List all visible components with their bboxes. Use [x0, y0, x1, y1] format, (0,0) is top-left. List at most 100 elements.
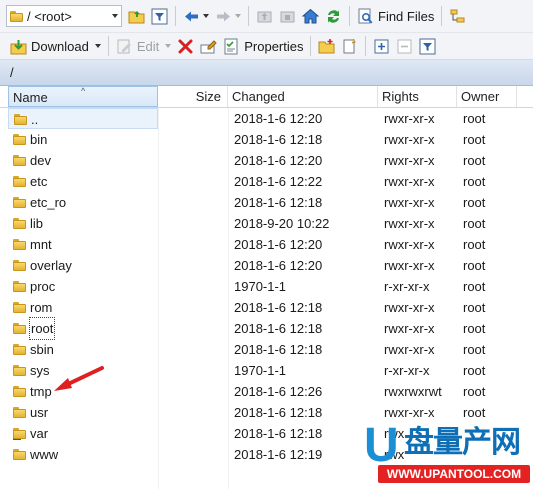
new-file-button[interactable] [339, 35, 360, 57]
column-header-changed[interactable]: Changed [228, 86, 378, 107]
folder-icon [13, 175, 26, 188]
file-row[interactable]: proc 1970-1-1 r-xr-xr-x root [0, 276, 533, 297]
watermark-logo: U 盘量产网 [360, 420, 533, 470]
file-row[interactable]: etc_ro 2018-1-6 12:18 rwxr-xr-x root [0, 192, 533, 213]
file-row[interactable]: rom 2018-1-6 12:18 rwxr-xr-x root [0, 297, 533, 318]
download-label: Download [31, 38, 89, 54]
open-directory-button[interactable] [126, 5, 147, 27]
file-name-cell[interactable]: etc_ro [8, 192, 158, 213]
column-header-name[interactable]: ^ Name [8, 86, 158, 107]
select-all-button[interactable] [371, 35, 392, 57]
tree-view-button[interactable] [447, 5, 468, 27]
new-folder-button[interactable] [316, 35, 337, 57]
toolbar-separator [310, 36, 312, 56]
column-header-size[interactable]: Size [158, 86, 228, 107]
file-changed: 2018-1-6 12:18 [234, 300, 323, 315]
filter-button[interactable] [149, 5, 170, 27]
folder-icon [13, 196, 26, 209]
forward-button[interactable] [213, 5, 243, 27]
file-name-cell[interactable]: dev [8, 150, 158, 171]
minus-box-icon [396, 38, 413, 55]
toolbar-separator [349, 6, 350, 26]
parent-folder-icon [256, 8, 273, 25]
file-name-cell[interactable]: proc [8, 276, 158, 297]
file-name-cell[interactable]: overlay [8, 255, 158, 276]
file-name: etc_ro [30, 195, 67, 210]
file-changed: 1970-1-1 [234, 363, 287, 378]
file-row[interactable]: mnt 2018-1-6 12:20 rwxr-xr-x root [0, 234, 533, 255]
file-row[interactable]: lib 2018-9-20 10:22 rwxr-xr-x root [0, 213, 533, 234]
folder-icon [13, 280, 26, 293]
file-name: mnt [30, 237, 52, 252]
file-owner: root [463, 132, 486, 147]
file-owner: root [463, 342, 486, 357]
file-name-cell[interactable]: usr [8, 402, 158, 423]
file-rights: rwxr-xr-x [384, 321, 435, 336]
back-button[interactable] [181, 5, 211, 27]
navigation-toolbar: / <root> Find Files [0, 0, 533, 33]
file-row[interactable]: bin 2018-1-6 12:18 rwxr-xr-x root [0, 129, 533, 150]
parent-directory-button[interactable] [254, 5, 275, 27]
file-row[interactable]: overlay 2018-1-6 12:20 rwxr-xr-x root [0, 255, 533, 276]
toolbar-separator [365, 36, 367, 56]
file-name-cell[interactable]: www [8, 444, 158, 465]
file-name-cell[interactable]: mnt [8, 234, 158, 255]
properties-button[interactable]: Properties [221, 35, 305, 57]
column-header-rights[interactable]: Rights [378, 86, 457, 107]
home-directory-button[interactable] [300, 5, 321, 27]
delete-button[interactable] [175, 35, 196, 57]
file-name-cell[interactable]: root [8, 317, 158, 340]
download-icon [10, 38, 27, 55]
root-directory-button[interactable] [277, 5, 298, 27]
refresh-button[interactable] [323, 5, 344, 27]
file-row[interactable]: etc 2018-1-6 12:22 rwxr-xr-x root [0, 171, 533, 192]
file-row[interactable]: dev 2018-1-6 12:20 rwxr-xr-x root [0, 150, 533, 171]
column-header-size-label: Size [195, 89, 221, 104]
file-name-cell[interactable]: rom [8, 297, 158, 318]
toolbar-separator [248, 6, 249, 26]
file-rights: rwxr-xr-x [384, 195, 435, 210]
download-button[interactable]: Download [8, 35, 103, 57]
rename-button[interactable] [198, 35, 219, 57]
file-changed: 2018-1-6 12:20 [234, 237, 323, 252]
file-name-cell[interactable]: etc [8, 171, 158, 192]
file-row[interactable]: .. 2018-1-6 12:20 rwxr-xr-x root [0, 108, 533, 129]
file-name: etc [30, 174, 48, 189]
unselect-all-button[interactable] [394, 35, 415, 57]
file-changed: 2018-1-6 12:18 [234, 195, 323, 210]
column-header-owner[interactable]: Owner [457, 86, 517, 107]
current-path-bar: / [0, 60, 533, 86]
file-changed: 2018-1-6 12:19 [234, 447, 323, 462]
file-name-cell[interactable]: sbin [8, 339, 158, 360]
file-changed: 2018-1-6 12:20 [234, 153, 323, 168]
file-name-cell[interactable]: bin [8, 129, 158, 150]
file-rights: rwxrwxrwt [384, 384, 442, 399]
edit-label: Edit [136, 38, 160, 54]
file-rights: r-xr-xr-x [384, 279, 430, 294]
file-row[interactable]: sbin 2018-1-6 12:18 rwxr-xr-x root [0, 339, 533, 360]
properties-label: Properties [244, 38, 304, 54]
file-row[interactable]: root 2018-1-6 12:18 rwxr-xr-x root [0, 317, 533, 340]
file-owner: root [463, 258, 486, 273]
chevron-down-icon [112, 14, 118, 18]
filter-selection-button[interactable] [417, 35, 438, 57]
drive-selector[interactable]: / <root> [6, 5, 122, 27]
open-folder-icon [128, 8, 145, 25]
edit-button[interactable]: Edit [114, 35, 173, 57]
tree-view-icon [449, 8, 466, 25]
find-files-button[interactable]: Find Files [355, 5, 436, 27]
file-name-cell[interactable]: lib [8, 213, 158, 234]
file-changed: 2018-1-6 12:20 [234, 111, 323, 126]
new-file-icon [341, 38, 358, 55]
toolbar-separator [441, 6, 443, 26]
drive-selector-value: / <root> [27, 8, 72, 24]
root-folder-icon [279, 8, 296, 25]
folder-icon [13, 301, 26, 314]
sort-ascending-icon: ^ [81, 86, 86, 96]
file-name-cell[interactable]: var [8, 423, 158, 444]
file-name-cell[interactable]: .. [8, 108, 158, 129]
file-rights: rwxr-xr-x [384, 216, 435, 231]
file-rights: rwxr-xr-x [384, 111, 435, 126]
column-header-changed-label: Changed [232, 89, 285, 104]
folder-icon [13, 217, 26, 230]
